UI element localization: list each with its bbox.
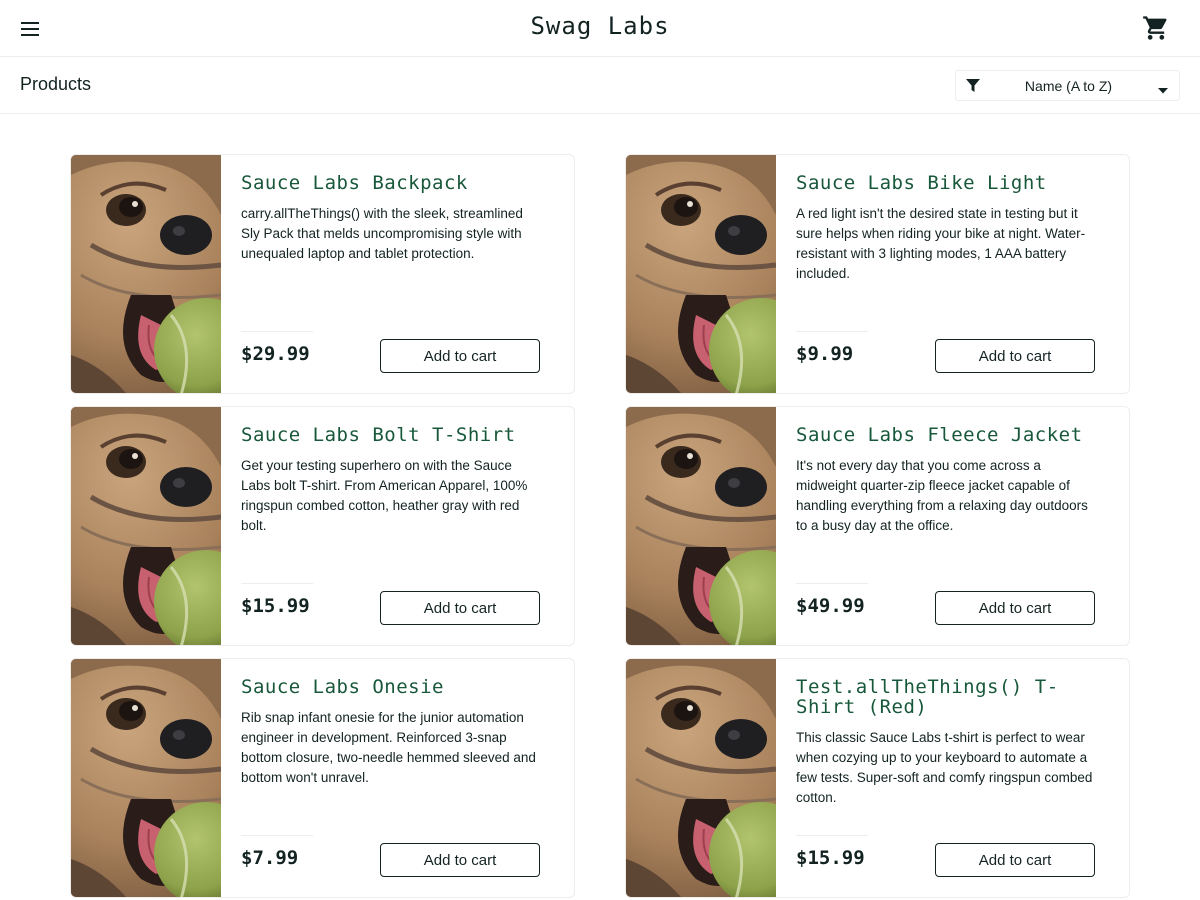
product-image[interactable] bbox=[71, 407, 221, 645]
item-price: $29.99 bbox=[241, 343, 310, 365]
add-to-cart-button[interactable]: Add to cart bbox=[380, 843, 540, 877]
divider bbox=[796, 331, 868, 332]
product-image[interactable] bbox=[71, 659, 221, 897]
sort-selected-value: Name (A to Z) bbox=[1024, 78, 1113, 94]
add-to-cart-button[interactable]: Add to cart bbox=[935, 843, 1095, 877]
divider bbox=[796, 835, 868, 836]
hamburger-menu-icon[interactable] bbox=[19, 19, 41, 39]
item-price: $9.99 bbox=[796, 343, 854, 365]
divider bbox=[796, 583, 868, 584]
item-name-link[interactable]: Sauce Labs Bolt T-Shirt bbox=[241, 425, 541, 445]
divider bbox=[241, 331, 313, 332]
divider bbox=[241, 583, 313, 584]
item-name-link[interactable]: Sauce Labs Fleece Jacket bbox=[796, 425, 1096, 445]
inventory-item: Sauce Labs Fleece Jacket It's not every … bbox=[625, 406, 1130, 646]
item-name-link[interactable]: Sauce Labs Bike Light bbox=[796, 173, 1096, 193]
item-price: $15.99 bbox=[241, 595, 310, 617]
add-to-cart-button[interactable]: Add to cart bbox=[935, 591, 1095, 625]
inventory-item: Test.allTheThings() T-Shirt (Red) This c… bbox=[625, 658, 1130, 898]
inventory-item: Sauce Labs Bolt T-Shirt Get your testing… bbox=[70, 406, 575, 646]
add-to-cart-button[interactable]: Add to cart bbox=[380, 339, 540, 373]
item-description: Rib snap infant onesie for the junior au… bbox=[241, 710, 536, 785]
inventory-item: Sauce Labs Bike Light A red light isn't … bbox=[625, 154, 1130, 394]
page-title: Products bbox=[20, 74, 92, 94]
shopping-cart-icon[interactable] bbox=[1142, 14, 1170, 42]
item-price: $15.99 bbox=[796, 847, 865, 869]
primary-header: Swag Labs bbox=[0, 0, 1200, 57]
item-description: This classic Sauce Labs t-shirt is perfe… bbox=[796, 730, 1093, 805]
product-image[interactable] bbox=[626, 155, 776, 393]
item-description: A red light isn't the desired state in t… bbox=[796, 206, 1086, 281]
add-to-cart-button[interactable]: Add to cart bbox=[380, 591, 540, 625]
item-name-link[interactable]: Sauce Labs Onesie bbox=[241, 677, 541, 697]
item-price: $7.99 bbox=[241, 847, 299, 869]
product-image[interactable] bbox=[626, 659, 776, 897]
add-to-cart-button[interactable]: Add to cart bbox=[935, 339, 1095, 373]
product-image[interactable] bbox=[626, 407, 776, 645]
product-image[interactable] bbox=[71, 155, 221, 393]
item-price: $49.99 bbox=[796, 595, 865, 617]
item-description: It's not every day that you come across … bbox=[796, 458, 1088, 533]
app-title: Swag Labs bbox=[530, 12, 670, 40]
caret-down-icon bbox=[1157, 82, 1169, 94]
item-description: carry.allTheThings() with the sleek, str… bbox=[241, 206, 523, 261]
item-name-link[interactable]: Test.allTheThings() T-Shirt (Red) bbox=[796, 677, 1096, 717]
divider bbox=[241, 835, 313, 836]
secondary-header: Products Name (A to Z) bbox=[0, 57, 1200, 114]
inventory-item: Sauce Labs Onesie Rib snap infant onesie… bbox=[70, 658, 575, 898]
sort-dropdown[interactable]: Name (A to Z) bbox=[955, 70, 1180, 101]
inventory-item: Sauce Labs Backpack carry.allTheThings()… bbox=[70, 154, 575, 394]
item-name-link[interactable]: Sauce Labs Backpack bbox=[241, 173, 541, 193]
item-description: Get your testing superhero on with the S… bbox=[241, 458, 528, 533]
